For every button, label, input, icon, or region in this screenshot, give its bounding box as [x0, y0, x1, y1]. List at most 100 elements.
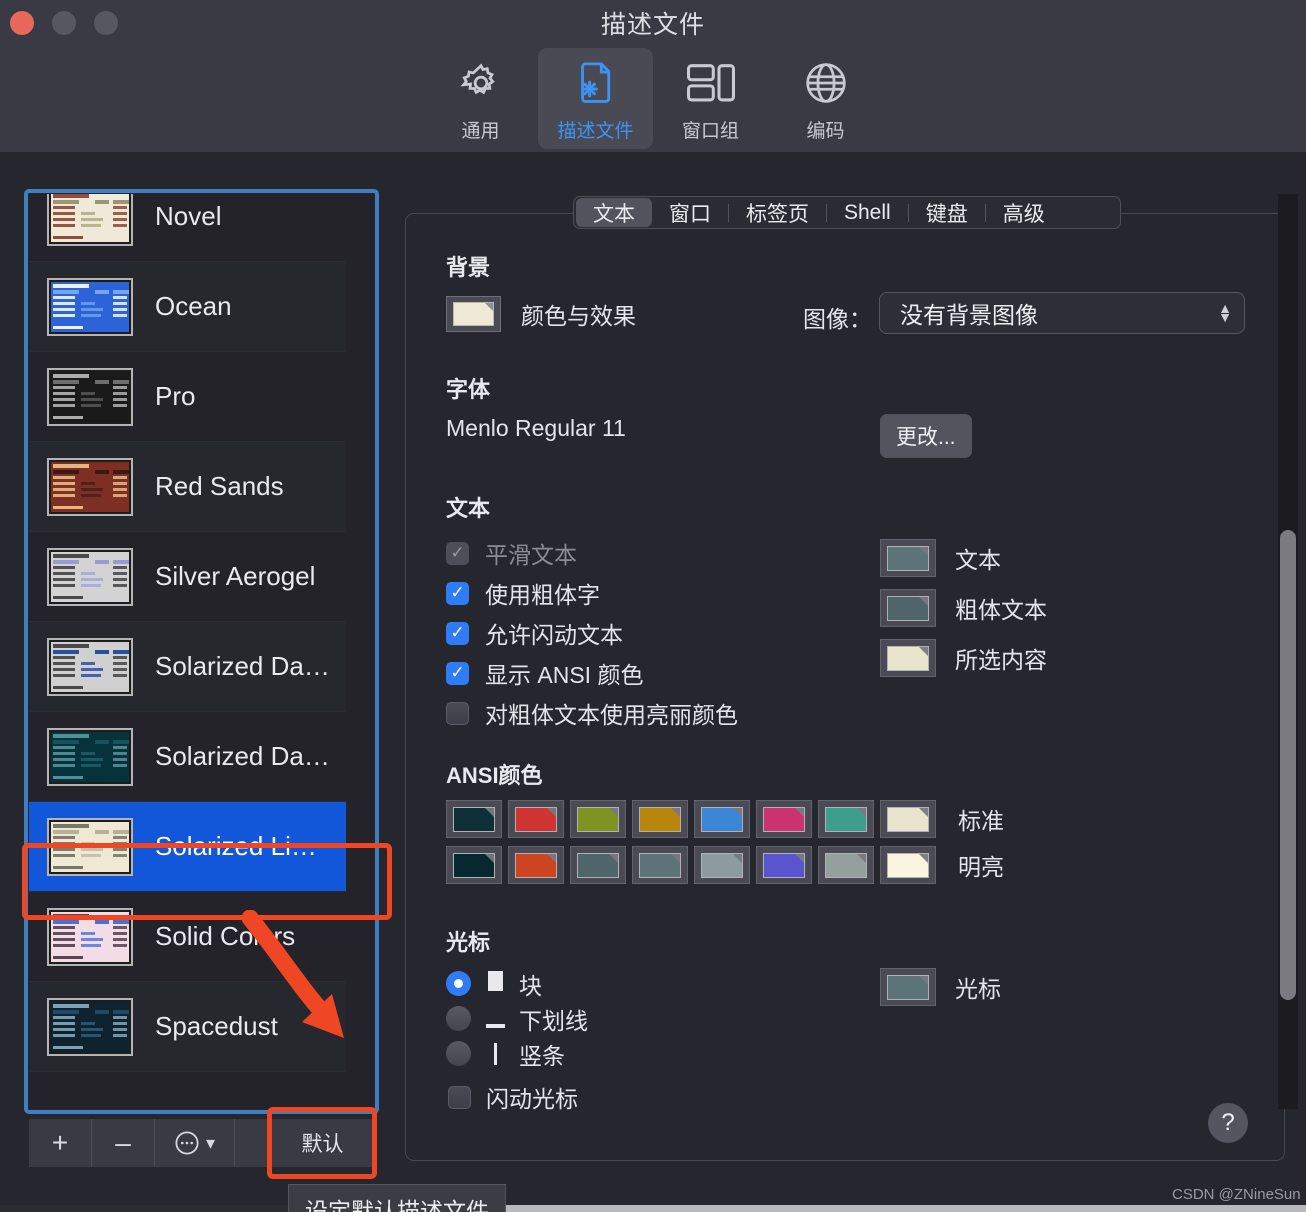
text-option-label: 对粗体文本使用亮丽颜色 — [485, 702, 738, 728]
ansi-color-well[interactable] — [880, 800, 936, 838]
profile-list-item[interactable]: Solarized Li… — [29, 802, 346, 892]
cursor-section-title: 光标 — [446, 930, 491, 955]
text-option-row[interactable]: ✓ 允许闪动文本 — [446, 613, 866, 653]
ansi-color-well[interactable] — [508, 800, 564, 838]
remove-profile-button[interactable]: – — [92, 1119, 155, 1167]
tab-5[interactable]: 高级 — [986, 198, 1062, 227]
text-color-well[interactable] — [880, 639, 936, 677]
help-button[interactable]: ? — [1208, 1103, 1248, 1143]
profile-list-item[interactable]: Spacedust — [29, 982, 346, 1072]
document-gear-icon — [574, 56, 618, 110]
blink-cursor-row[interactable]: 闪动光标 — [448, 1080, 578, 1114]
text-option-checkbox[interactable]: ✓ — [446, 661, 469, 685]
profile-thumbnail — [47, 637, 133, 696]
tab-4[interactable]: 键盘 — [909, 198, 985, 227]
text-option-checkbox[interactable]: ✓ — [446, 581, 469, 605]
cursor-color-label: 光标 — [955, 976, 1001, 1002]
ansi-color-well[interactable] — [570, 846, 626, 884]
text-color-row: 文本 — [880, 533, 1047, 583]
text-option-row[interactable]: ✓ 使用粗体字 — [446, 573, 866, 613]
ellipsis-circle-icon — [175, 1131, 199, 1155]
text-option-checkbox[interactable]: ✓ — [446, 621, 469, 645]
ansi-color-well[interactable] — [570, 800, 626, 838]
text-color-well[interactable] — [880, 589, 936, 627]
ansi-color-well[interactable] — [632, 800, 688, 838]
profile-list-item[interactable]: Solarized Da… — [29, 712, 346, 802]
cursor-option-row[interactable]: 下划线 — [446, 1001, 588, 1036]
text-option-label: 使用粗体字 — [485, 582, 600, 608]
cursor-option-radio[interactable] — [446, 971, 471, 996]
profile-name: Spacedust — [155, 1011, 278, 1041]
profile-thumbnail — [47, 367, 133, 426]
toolbar-item-profiles[interactable]: 描述文件 — [538, 48, 653, 149]
text-color-row: 所选内容 — [880, 633, 1047, 683]
ansi-color-well[interactable] — [446, 800, 502, 838]
ansi-color-well[interactable] — [756, 800, 812, 838]
profile-thumbnail — [47, 457, 133, 516]
toolbar-item-general[interactable]: 通用 — [423, 48, 538, 149]
text-section-title: 文本 — [446, 496, 491, 521]
set-default-button[interactable]: 默认 — [270, 1119, 375, 1167]
toolbar-item-window-groups[interactable]: 窗口组 — [653, 48, 768, 149]
text-option-row[interactable]: 对粗体文本使用亮丽颜色 — [446, 693, 866, 733]
toolbar-item-label: 窗口组 — [681, 121, 739, 142]
cursor-option-label: 下划线 — [519, 1007, 588, 1034]
blink-cursor-label: 闪动光标 — [486, 1086, 578, 1112]
background-image-label: 图像： — [803, 306, 872, 332]
text-option-row[interactable]: ✓ 平滑文本 — [446, 533, 866, 573]
add-profile-button[interactable]: + — [29, 1119, 92, 1167]
ansi-row-label: 明亮 — [958, 854, 1004, 880]
profile-name: Pro — [155, 381, 196, 411]
background-image-value: 没有背景图像 — [900, 302, 1038, 328]
profile-thumbnail — [47, 547, 133, 606]
tab-2[interactable]: 标签页 — [729, 198, 826, 227]
toolbar-item-encodings[interactable]: 编码 — [768, 48, 883, 149]
cursor-option-row[interactable]: 竖条 — [446, 1036, 588, 1071]
ansi-color-well[interactable] — [508, 846, 564, 884]
profile-list-item[interactable]: Pro — [29, 352, 346, 442]
window-titlebar: 描述文件 通用 描述文件 窗口组 编码 — [0, 0, 1306, 152]
background-image-select[interactable]: 没有背景图像 ▲ ▼ — [879, 292, 1245, 334]
cursor-color-well[interactable] — [880, 968, 936, 1006]
ansi-color-well[interactable] — [756, 846, 812, 884]
text-option-label: 显示 ANSI 颜色 — [485, 662, 644, 688]
ansi-color-well[interactable] — [694, 846, 750, 884]
chevron-updown-icon: ▲ ▼ — [1218, 300, 1232, 325]
ansi-color-grid: 标准 明亮 — [446, 800, 1004, 892]
cursor-option-radio[interactable] — [446, 1041, 471, 1066]
cursor-radio-group: 块下划线竖条 — [446, 966, 588, 1071]
ansi-color-well[interactable] — [818, 846, 874, 884]
blink-cursor-checkbox[interactable] — [448, 1085, 471, 1109]
profile-thumbnail — [47, 277, 133, 336]
text-option-checkbox[interactable] — [446, 701, 469, 725]
tab-0[interactable]: 文本 — [576, 198, 652, 227]
profile-name: Solarized Li… — [155, 831, 317, 861]
profile-list-item[interactable]: Solid Colors — [29, 892, 346, 982]
profile-list-item[interactable]: Novel — [29, 194, 346, 262]
profile-list-item[interactable]: Ocean — [29, 262, 346, 352]
tab-3[interactable]: Shell — [827, 198, 908, 227]
ansi-color-well[interactable] — [818, 800, 874, 838]
cursor-option-row[interactable]: 块 — [446, 966, 588, 1001]
profile-list[interactable]: Novel Ocean Pro Red Sands Silver Aerogel Sola… — [29, 194, 374, 1109]
profile-list-item[interactable]: Silver Aerogel — [29, 532, 346, 622]
background-color-well[interactable] — [446, 296, 501, 332]
globe-icon — [804, 56, 848, 110]
cursor-option-label: 竖条 — [519, 1042, 565, 1069]
more-actions-button[interactable]: ▾ — [155, 1119, 235, 1167]
profile-list-scrollbar-thumb[interactable] — [1280, 530, 1296, 1000]
ansi-color-well[interactable] — [632, 846, 688, 884]
profile-thumbnail — [47, 997, 133, 1056]
change-font-button[interactable]: 更改... — [880, 414, 972, 458]
ansi-color-well[interactable] — [446, 846, 502, 884]
profile-list-item[interactable]: Red Sands — [29, 442, 346, 532]
profile-list-item[interactable]: Solarized Da… — [29, 622, 346, 712]
toolbar-item-label: 描述文件 — [557, 121, 634, 142]
font-value: Menlo Regular 11 — [446, 415, 626, 441]
cursor-option-radio[interactable] — [446, 1006, 471, 1031]
text-option-row[interactable]: ✓ 显示 ANSI 颜色 — [446, 653, 866, 693]
ansi-color-well[interactable] — [880, 846, 936, 884]
ansi-color-well[interactable] — [694, 800, 750, 838]
text-color-well[interactable] — [880, 539, 936, 577]
tab-1[interactable]: 窗口 — [652, 198, 728, 227]
